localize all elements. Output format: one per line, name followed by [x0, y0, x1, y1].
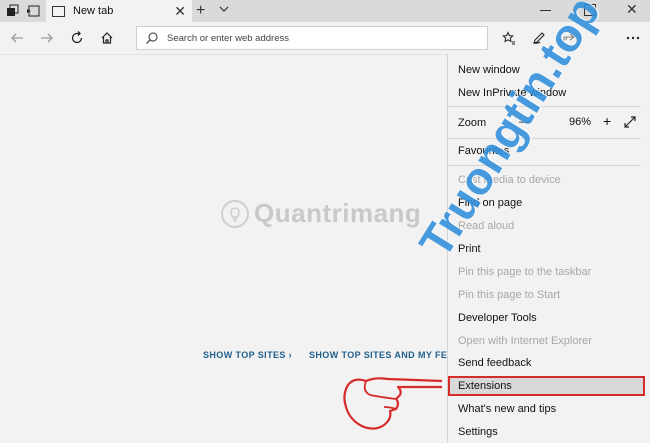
show-top-sites-and-feed-link[interactable]: SHOW TOP SITES AND MY FEED › — [309, 350, 467, 360]
pointing-hand-icon — [343, 377, 443, 430]
tab-new-tab[interactable]: New tab ✕ — [46, 0, 192, 22]
arrow-left-icon — [11, 33, 23, 43]
fullscreen-icon[interactable] — [624, 116, 636, 128]
zoom-in-button[interactable]: + — [603, 113, 611, 129]
favourites-button[interactable] — [500, 29, 518, 47]
chevron-down-icon[interactable] — [218, 3, 230, 15]
tab-title: New tab — [73, 5, 114, 17]
show-top-sites-label: SHOW TOP SITES — [203, 350, 286, 360]
arrow-right-icon — [41, 33, 53, 43]
search-icon — [146, 32, 158, 44]
star-list-icon — [502, 31, 515, 45]
top-sites-links: SHOW TOP SITES › SHOW TOP SITES AND MY F… — [203, 350, 481, 360]
tab-close-icon[interactable]: ✕ — [174, 3, 186, 20]
tab-manager-icon[interactable] — [6, 4, 20, 18]
home-icon — [101, 32, 113, 44]
menu-item-send-feedback[interactable]: Send feedback — [458, 357, 531, 369]
address-bar[interactable] — [136, 26, 488, 50]
menu-item-settings[interactable]: Settings — [458, 426, 498, 438]
new-tab-button[interactable]: + — [196, 2, 205, 20]
refresh-button[interactable] — [68, 29, 86, 47]
menu-item-pin-start: Pin this page to Start — [458, 289, 561, 301]
close-window-button[interactable]: ✕ — [626, 1, 638, 18]
address-input[interactable] — [165, 31, 469, 45]
menu-item-extensions[interactable]: Extensions — [458, 380, 512, 392]
menu-item-developer-tools[interactable]: Developer Tools — [458, 312, 537, 324]
more-dots-icon — [626, 36, 640, 40]
back-button[interactable] — [8, 29, 26, 47]
show-top-sites-link[interactable]: SHOW TOP SITES › — [203, 350, 292, 360]
quantrimang-logo: Quantrimang — [220, 198, 421, 229]
forward-button[interactable] — [38, 29, 56, 47]
lightbulb-icon — [221, 199, 249, 228]
refresh-icon — [71, 31, 83, 44]
tab-favicon-icon — [52, 5, 65, 17]
menu-item-pin-taskbar: Pin this page to the taskbar — [458, 266, 592, 278]
more-button[interactable] — [624, 29, 642, 47]
show-top-sites-and-feed-label: SHOW TOP SITES AND MY FEED — [309, 350, 461, 360]
menu-item-whats-new[interactable]: What's new and tips — [458, 403, 556, 415]
menu-item-open-with-ie: Open with Internet Explorer — [458, 335, 592, 347]
logo-text: Quantrimang — [254, 198, 422, 228]
set-aside-tabs-icon[interactable] — [26, 4, 40, 18]
home-button[interactable] — [98, 29, 116, 47]
zoom-level: 96% — [569, 116, 592, 128]
